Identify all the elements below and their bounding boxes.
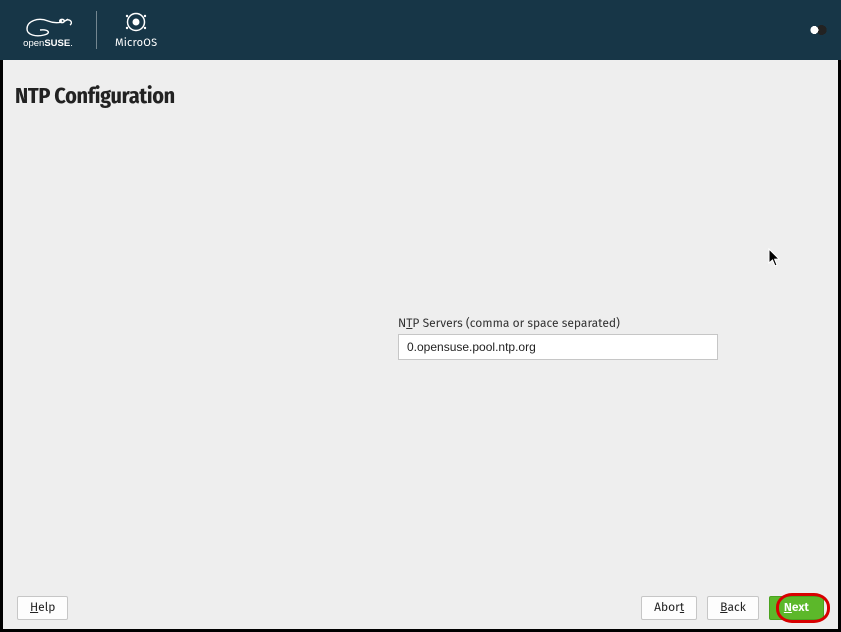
- help-rest: elp: [38, 601, 55, 615]
- header-bar: openSUSE. MicroOS: [0, 0, 841, 60]
- opensuse-logo: openSUSE.: [18, 11, 78, 49]
- help-button[interactable]: Help: [17, 596, 68, 620]
- abort-accel: t: [680, 601, 684, 615]
- abort-pre: Abor: [654, 601, 680, 615]
- ntp-field-area: NTP Servers (comma or space separated): [398, 317, 718, 360]
- back-rest: ack: [727, 601, 745, 615]
- footer-bar: Help Abort Back Next: [3, 587, 838, 629]
- page-title: NTP Configuration: [15, 82, 175, 109]
- ntp-servers-label: NTP Servers (comma or space separated): [398, 317, 718, 331]
- microos-label: MicroOS: [115, 36, 157, 49]
- main-content: NTP Configuration NTP Servers (comma or …: [3, 60, 838, 629]
- ntp-servers-input[interactable]: [398, 334, 718, 360]
- abort-button[interactable]: Abort: [641, 596, 697, 620]
- ntp-label-pre: N: [398, 317, 406, 331]
- opensuse-geeko-icon: openSUSE.: [18, 11, 78, 49]
- svg-text:openSUSE.: openSUSE.: [23, 38, 73, 49]
- next-rest: ext: [792, 601, 809, 615]
- theme-toggle-icon[interactable]: [809, 23, 827, 37]
- next-button[interactable]: Next: [769, 596, 824, 620]
- ntp-label-post: P Servers (comma or space separated): [412, 317, 620, 331]
- microos-logo: MicroOS: [115, 12, 157, 49]
- logo-divider: [96, 11, 97, 49]
- footer-actions: Abort Back Next: [641, 596, 824, 620]
- microos-icon: [123, 12, 149, 34]
- back-button[interactable]: Back: [707, 596, 759, 620]
- logo-section: openSUSE. MicroOS: [18, 11, 157, 49]
- next-accel: N: [784, 601, 792, 615]
- help-accel: H: [30, 601, 38, 615]
